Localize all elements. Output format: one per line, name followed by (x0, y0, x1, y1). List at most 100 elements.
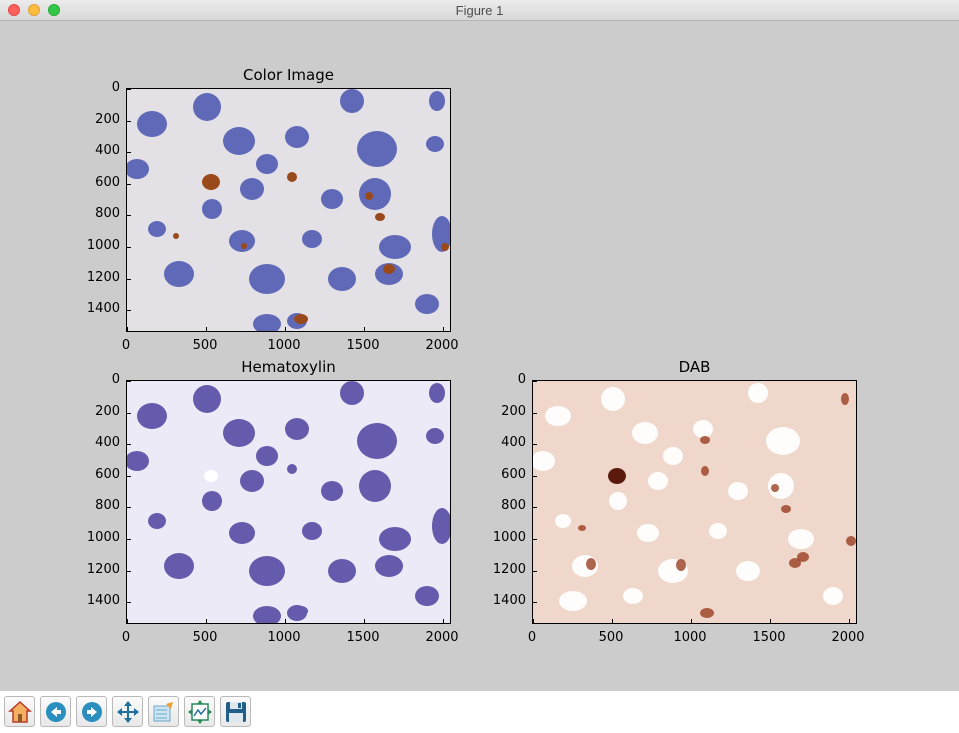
y-tick-label: 200 (95, 403, 120, 419)
y-tick-mark (533, 602, 537, 604)
y-tick-mark (127, 152, 131, 154)
x-tick-label: 0 (121, 338, 131, 353)
navigation-toolbar (0, 691, 959, 733)
dab-axes[interactable]: DAB 0 200 400 600 800 1000 1200 1400 0 5… (493, 358, 865, 645)
back-button[interactable] (40, 696, 71, 727)
x-tick-mark (443, 327, 444, 331)
y-tick-label: 1400 (492, 593, 526, 609)
y-tick-label: 1200 (86, 561, 120, 577)
y-tick-mark (127, 602, 131, 604)
y-tick-mark (533, 539, 537, 540)
x-tick-label: 1500 (752, 630, 786, 645)
dab-image-plot[interactable] (532, 380, 857, 624)
x-tick-mark (285, 327, 286, 331)
x-tick-label: 1000 (267, 338, 301, 353)
pan-button[interactable] (112, 696, 143, 727)
axes-title: Hematoxylin (241, 358, 336, 376)
zoom-button[interactable] (148, 696, 179, 727)
pan-move-icon (116, 700, 139, 723)
x-tick-mark (285, 619, 286, 623)
y-tick-mark (127, 89, 131, 90)
y-tick-mark (127, 183, 131, 185)
y-tick-mark (127, 381, 131, 382)
y-tick-mark (127, 215, 131, 217)
x-tick-label: 2000 (425, 630, 459, 645)
color-image-plot[interactable] (126, 88, 451, 332)
save-button[interactable] (220, 696, 251, 727)
axes-title: DAB (678, 358, 711, 376)
x-tick-mark (849, 619, 850, 623)
x-tick-mark (612, 619, 613, 623)
y-tick-mark (127, 310, 131, 312)
axes-title: Color Image (243, 66, 334, 84)
y-tick-mark (533, 475, 537, 477)
y-tick-label: 600 (95, 466, 120, 482)
x-tick-label: 0 (527, 630, 537, 645)
x-tick-mark (364, 327, 365, 331)
window-title: Figure 1 (455, 3, 504, 18)
y-tick-mark (127, 507, 131, 509)
x-tick-mark (770, 619, 771, 623)
x-tick-mark (691, 619, 692, 623)
x-tick-mark (206, 619, 207, 623)
y-tick-label: 800 (95, 206, 120, 222)
y-tick-label: 0 (111, 372, 120, 387)
y-tick-label: 400 (95, 435, 120, 451)
y-tick-label: 1200 (86, 269, 120, 285)
y-tick-label: 400 (501, 435, 526, 451)
y-tick-label: 800 (501, 498, 526, 514)
y-tick-mark (533, 507, 537, 509)
y-tick-label: 1400 (86, 593, 120, 609)
x-tick-mark (127, 619, 128, 623)
y-tick-label: 1200 (492, 561, 526, 577)
x-tick-mark (206, 327, 207, 331)
hematoxylin-axes[interactable]: Hematoxylin 0 200 400 600 800 1000 1200 … (87, 358, 459, 645)
x-tick-label: 1000 (673, 630, 707, 645)
color-image-svg (127, 89, 450, 331)
x-tick-label: 2000 (831, 630, 865, 645)
home-button[interactable] (4, 696, 35, 727)
hematoxylin-image-plot[interactable] (126, 380, 451, 624)
x-tick-label: 500 (192, 338, 218, 353)
y-tick-label: 200 (95, 111, 120, 127)
y-tick-mark (127, 120, 131, 122)
color-image-axes[interactable]: Color Image 0 200 400 600 800 1000 1200 … (87, 66, 459, 353)
x-tick-label: 1500 (346, 338, 380, 353)
x-tick-label: 1000 (267, 630, 301, 645)
y-tick-label: 600 (501, 466, 526, 482)
back-arrow-icon (45, 701, 66, 722)
subplots-button[interactable] (184, 696, 215, 727)
x-tick-label: 2000 (425, 338, 459, 353)
x-tick-label: 1500 (346, 630, 380, 645)
y-tick-mark (533, 381, 537, 382)
y-tick-mark (127, 475, 131, 477)
y-tick-mark (127, 278, 131, 280)
y-tick-mark (127, 412, 131, 414)
y-tick-label: 0 (111, 80, 120, 95)
figure-canvas[interactable]: Color Image 0 200 400 600 800 1000 1200 … (0, 21, 959, 691)
x-tick-mark (443, 619, 444, 623)
home-icon (7, 700, 32, 723)
x-tick-mark (127, 327, 128, 331)
y-tick-mark (533, 570, 537, 572)
y-tick-mark (127, 570, 131, 572)
forward-arrow-icon (81, 701, 102, 722)
forward-button[interactable] (76, 696, 107, 727)
y-tick-label: 0 (517, 372, 526, 387)
y-tick-mark (533, 444, 537, 446)
y-tick-label: 1000 (492, 530, 526, 545)
window-titlebar: Figure 1 (0, 0, 959, 21)
y-tick-mark (127, 247, 131, 248)
x-tick-mark (364, 619, 365, 623)
y-tick-label: 1000 (86, 238, 120, 253)
y-tick-label: 1400 (86, 301, 120, 317)
dab-image-svg (533, 381, 856, 623)
hematoxylin-image-svg (127, 381, 450, 623)
y-tick-label: 800 (95, 498, 120, 514)
y-tick-label: 1000 (86, 530, 120, 545)
x-tick-label: 500 (598, 630, 624, 645)
x-tick-mark (533, 619, 534, 623)
y-tick-mark (127, 444, 131, 446)
y-tick-label: 400 (95, 143, 120, 159)
y-tick-mark (127, 539, 131, 540)
